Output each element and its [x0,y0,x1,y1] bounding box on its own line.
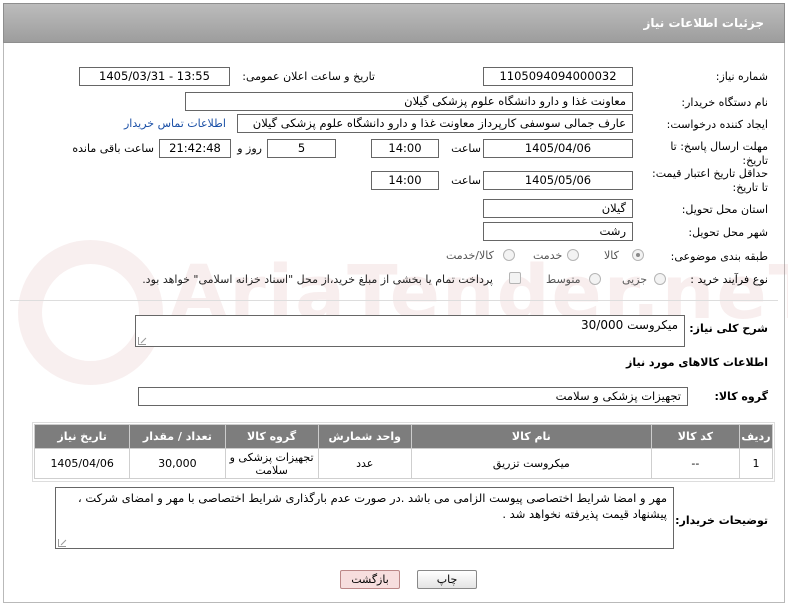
goods-group-label: گروه کالا: [714,390,768,403]
reply-date-field: 1405/04/06 [483,139,633,158]
description-text: میکروست 30/000 [581,318,678,332]
col-unit: واحد شمارش [317,424,412,449]
province-field: گیلان [483,199,633,218]
creator-label: ایجاد کننده درخواست: [666,118,768,131]
category-option-goods-service: کالا/خدمت [446,249,494,262]
cell-code: -- [650,448,740,479]
reply-time-field: 14:00 [371,139,439,158]
announce-field: 1405/03/31 - 13:55 [79,67,230,86]
remaining-label: ساعت باقی مانده [72,142,154,155]
cell-group: تجهیزات پزشکی و سلامت [224,448,319,479]
back-button[interactable]: بازگشت [340,570,400,589]
col-date: تاریخ نیاز [33,424,131,449]
treasury-payment-checkbox[interactable] [509,272,521,284]
watermark-logo [18,240,163,385]
price-deadline-label: حداقل تاریخ اعتبار قیمت: تا تاریخ: [652,167,768,194]
print-button[interactable]: چاپ [417,570,477,589]
buyer-notes-text: مهر و امضا شرایط اختصاصی پیوست الزامی می… [77,491,667,521]
category-radio-goods-service[interactable] [503,249,515,261]
city-field: رشت [483,222,633,241]
announce-label: تاریخ و ساعت اعلان عمومی: [242,70,375,83]
buyer-org-field: معاونت غذا و دارو دانشگاه علوم پزشکی گیل… [185,92,633,111]
price-time-field: 14:00 [371,171,439,190]
cell-row: 1 [738,448,774,479]
page-title: جزئیات اطلاعات نیاز [643,16,764,30]
price-time-label: ساعت [451,174,481,187]
category-option-service: خدمت [533,249,563,262]
col-row: ردیف [738,424,774,449]
need-number-label: شماره نیاز: [715,70,768,83]
cell-name: میکروست تزریق [410,448,652,479]
cell-date: 1405/04/06 [33,448,131,479]
city-label: شهر محل تحویل: [688,226,768,239]
purchase-radio-medium[interactable] [589,273,601,285]
category-radio-goods[interactable] [632,249,644,261]
reply-deadline-label: مهلت ارسال پاسخ: تا تاریخ: [670,140,768,167]
goods-section-title: اطلاعات کالاهای مورد نیاز [626,356,768,369]
goods-group-field: تجهیزات پزشکی و سلامت [138,387,688,406]
cell-qty: 30,000 [129,448,226,479]
remaining-time-field: 21:42:48 [159,139,231,158]
purchase-radio-minor[interactable] [654,273,666,285]
reply-time-label: ساعت [451,142,481,155]
description-label: شرح کلی نیاز: [689,322,768,335]
days-field: 5 [267,139,336,158]
col-code: کد کالا [650,424,740,449]
need-number-field: 1105094094000032 [483,67,633,86]
price-date-field: 1405/05/06 [483,171,633,190]
creator-field: عارف جمالی سوسفی کارپرداز معاونت غذا و د… [237,114,633,133]
purchase-option-medium: متوسط [546,273,581,286]
resize-handle-icon[interactable] [138,337,146,345]
category-option-goods: کالا [604,249,619,262]
table-header-row: ردیف کد کالا نام کالا واحد شمارش گروه کا… [33,424,774,449]
items-table: ردیف کد کالا نام کالا واحد شمارش گروه کا… [33,424,774,479]
cell-unit: عدد [317,448,412,479]
buyer-notes-textarea[interactable]: مهر و امضا شرایط اختصاصی پیوست الزامی می… [55,487,674,549]
col-group: گروه کالا [224,424,319,449]
contact-info-link[interactable]: اطلاعات تماس خریدار [124,117,226,130]
buyer-notes-label: توضیحات خریدار: [675,514,768,527]
resize-handle-icon[interactable] [58,539,66,547]
province-label: استان محل تحویل: [681,203,768,216]
treasury-payment-note: پرداخت تمام یا بخشی از مبلغ خرید،از محل … [142,273,493,286]
purchase-type-label: نوع فرآیند خرید : [690,273,768,286]
buyer-org-label: نام دستگاه خریدار: [681,96,768,109]
description-textarea[interactable]: میکروست 30/000 [135,315,685,347]
col-name: نام کالا [410,424,652,449]
category-radio-service[interactable] [567,249,579,261]
table-row[interactable]: 1 -- میکروست تزریق عدد تجهیزات پزشکی و س… [33,448,774,479]
divider [10,300,778,301]
header-bar: جزئیات اطلاعات نیاز [3,3,785,43]
col-qty: تعداد / مقدار [129,424,226,449]
category-label: طبقه بندی موضوعی: [670,250,768,263]
purchase-option-minor: جزیی [622,273,648,286]
days-label: روز و [237,142,262,155]
